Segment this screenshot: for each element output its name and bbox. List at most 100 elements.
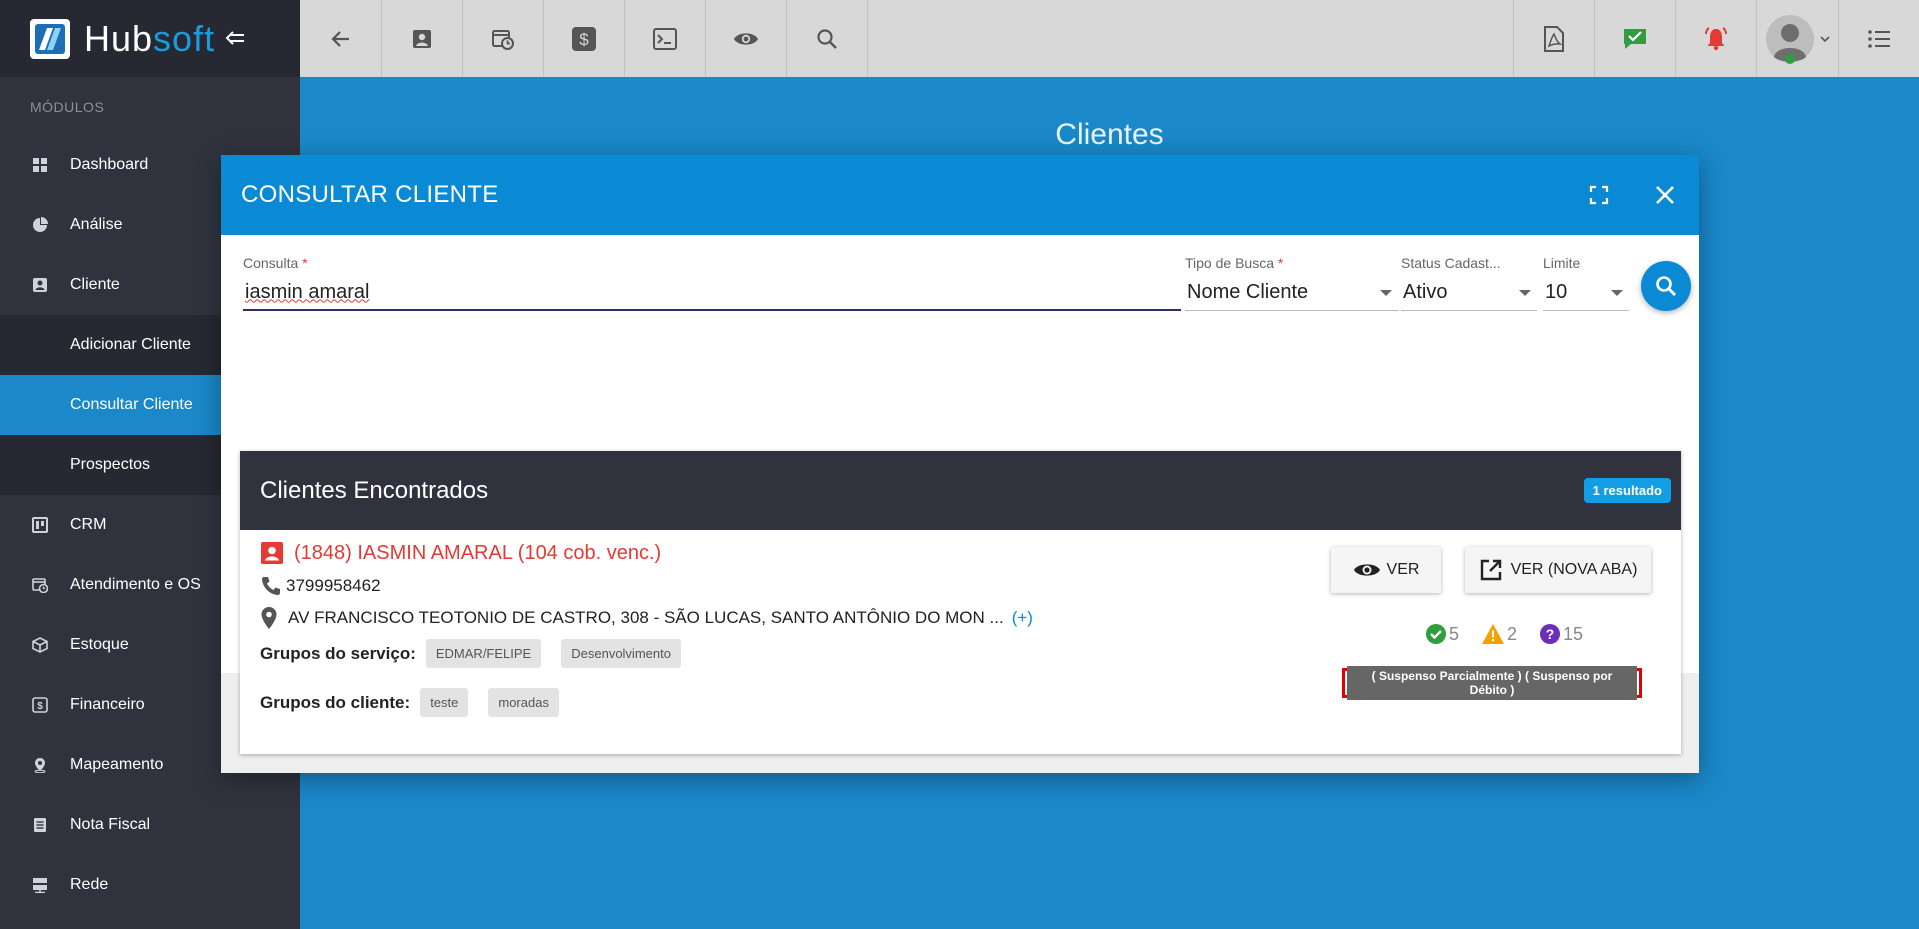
limite-value[interactable]: 10 bbox=[1543, 275, 1629, 311]
map-pin-icon bbox=[260, 606, 278, 630]
ver-nova-aba-button[interactable]: VER (NOVA ABA) bbox=[1465, 547, 1651, 593]
counter-question: ? 15 bbox=[1539, 623, 1583, 645]
search-icon bbox=[1656, 276, 1677, 297]
sidebar-item-rede[interactable]: Rede bbox=[0, 855, 300, 915]
address-more-link[interactable]: (+) bbox=[1012, 608, 1033, 628]
client-groups: Grupos do cliente: teste moradas bbox=[260, 688, 559, 717]
finance-button[interactable]: $ bbox=[544, 0, 625, 77]
service-group-chip: EDMAR/FELIPE bbox=[425, 639, 542, 668]
brand-header: Hubsoft bbox=[0, 0, 300, 77]
brand-name-part2: soft bbox=[153, 17, 216, 59]
client-name[interactable]: (1848) IASMIN AMARAL (104 cob. venc.) bbox=[260, 541, 661, 565]
results-header: Clientes Encontrados 1 resultado bbox=[240, 451, 1681, 530]
sidebar-item-label: Cliente bbox=[70, 276, 120, 293]
sidebar-item-label: CRM bbox=[70, 516, 107, 533]
sidebar-item-label: Nota Fiscal bbox=[70, 816, 151, 833]
arrow-left-icon bbox=[330, 30, 349, 47]
contact-card-icon bbox=[260, 541, 284, 565]
sidebar-item-label: Rede bbox=[70, 876, 109, 893]
status-cadastro-value[interactable]: Ativo bbox=[1401, 275, 1537, 311]
status-badge: ( Suspenso Parcialmente ) ( Suspenso por… bbox=[1342, 666, 1642, 700]
avatar bbox=[1765, 14, 1814, 64]
ver-nova-aba-label: VER (NOVA ABA) bbox=[1510, 561, 1638, 578]
dropdown-arrow-icon bbox=[1380, 289, 1392, 296]
trello-icon bbox=[30, 515, 50, 535]
client-address-text: AV FRANCISCO TEOTONIO DE CASTRO, 308 - S… bbox=[288, 608, 1004, 627]
search-form: Consulta * iasmin amaral Tipo de Busca *… bbox=[243, 255, 1691, 315]
search-button[interactable] bbox=[787, 0, 868, 77]
close-icon bbox=[1656, 186, 1674, 204]
pie-chart-icon bbox=[30, 215, 50, 235]
close-button[interactable] bbox=[1633, 163, 1697, 227]
results-card: Clientes Encontrados 1 resultado (1848) … bbox=[240, 451, 1681, 754]
consulta-input[interactable]: iasmin amaral bbox=[243, 275, 1181, 311]
calendar-clock-icon bbox=[30, 575, 50, 595]
chevron-down-icon bbox=[1819, 35, 1830, 42]
pdf-icon bbox=[1544, 25, 1564, 52]
back-button[interactable] bbox=[300, 0, 382, 77]
topbar: $ bbox=[300, 0, 1919, 77]
hubsoft-logo-icon[interactable] bbox=[30, 18, 70, 59]
modal-title: CONSULTAR CLIENTE bbox=[241, 181, 499, 208]
eye-icon bbox=[1353, 561, 1381, 579]
terminal-icon bbox=[653, 27, 677, 50]
dashboard-icon bbox=[30, 155, 50, 175]
fullscreen-icon bbox=[1589, 185, 1609, 205]
tipo-busca-select[interactable]: Tipo de Busca * Nome Cliente bbox=[1185, 255, 1398, 315]
limite-label: Limite bbox=[1543, 255, 1581, 271]
tasks-button[interactable] bbox=[1594, 0, 1675, 77]
counter-warn: 2 bbox=[1481, 623, 1517, 645]
list-menu-button[interactable] bbox=[1838, 0, 1919, 77]
status-cadastro-select[interactable]: Status Cadast... Ativo bbox=[1401, 255, 1537, 315]
map-pin-icon bbox=[30, 755, 50, 775]
modal-header: CONSULTAR CLIENTE bbox=[221, 155, 1699, 235]
collapse-menu-icon[interactable] bbox=[225, 26, 245, 52]
view-button[interactable] bbox=[706, 0, 787, 77]
box-icon bbox=[30, 635, 50, 655]
status-counters: 5 2 ? 15 bbox=[1425, 623, 1605, 645]
alerts-button[interactable] bbox=[1675, 0, 1756, 77]
server-icon bbox=[30, 875, 50, 895]
limite-value-text: 10 bbox=[1545, 281, 1568, 303]
modules-section-label: MÓDULOS bbox=[30, 99, 105, 115]
modal-actions bbox=[1567, 163, 1699, 227]
limite-select[interactable]: Limite 10 bbox=[1543, 255, 1629, 315]
svg-text:$: $ bbox=[37, 701, 43, 712]
search-submit-button[interactable] bbox=[1641, 261, 1691, 311]
client-phone: 3799958462 bbox=[260, 575, 381, 597]
user-menu[interactable] bbox=[1756, 0, 1838, 77]
svg-text:?: ? bbox=[1546, 626, 1555, 642]
sidebar-item-label: Mapeamento bbox=[70, 756, 164, 773]
list-icon bbox=[1868, 29, 1890, 48]
topbar-right bbox=[1513, 0, 1919, 77]
client-groups-label: Grupos do cliente: bbox=[260, 692, 411, 712]
sidebar-item-label: Estoque bbox=[70, 636, 129, 653]
open-in-new-icon bbox=[1479, 558, 1503, 582]
status-badge-text: ( Suspenso Parcialmente ) ( Suspenso por… bbox=[1347, 666, 1637, 700]
ver-button[interactable]: VER bbox=[1331, 547, 1441, 593]
results-count-badge: 1 resultado bbox=[1583, 478, 1671, 503]
tipo-busca-label-text: Tipo de Busca bbox=[1185, 255, 1274, 271]
service-group-chip: Desenvolvimento bbox=[561, 639, 681, 668]
consulta-label-text: Consulta bbox=[243, 255, 299, 271]
page-title: Clientes bbox=[1055, 118, 1164, 151]
ver-button-label: VER bbox=[1386, 561, 1420, 578]
pdf-button[interactable] bbox=[1513, 0, 1594, 77]
dropdown-arrow-icon bbox=[1611, 289, 1623, 296]
fullscreen-button[interactable] bbox=[1567, 163, 1631, 227]
sidebar-item-nota-fiscal[interactable]: Nota Fiscal bbox=[0, 795, 300, 855]
terminal-button[interactable] bbox=[625, 0, 706, 77]
status-cadastro-label: Status Cadast... bbox=[1401, 255, 1501, 271]
counter-warn-value: 2 bbox=[1507, 623, 1518, 644]
contact-button[interactable] bbox=[382, 0, 463, 77]
search-icon bbox=[817, 28, 837, 49]
list-item: (1848) IASMIN AMARAL (104 cob. venc.) 37… bbox=[240, 531, 1681, 753]
consulta-field[interactable]: Consulta * iasmin amaral bbox=[243, 255, 1181, 315]
receipt-icon bbox=[30, 815, 50, 835]
tipo-busca-value[interactable]: Nome Cliente bbox=[1185, 275, 1398, 311]
chat-check-icon bbox=[1624, 28, 1646, 49]
brand-name-part1: Hub bbox=[84, 17, 154, 59]
results-title: Clientes Encontrados bbox=[260, 476, 489, 504]
contact-card-icon bbox=[413, 29, 431, 48]
schedule-button[interactable] bbox=[463, 0, 544, 77]
